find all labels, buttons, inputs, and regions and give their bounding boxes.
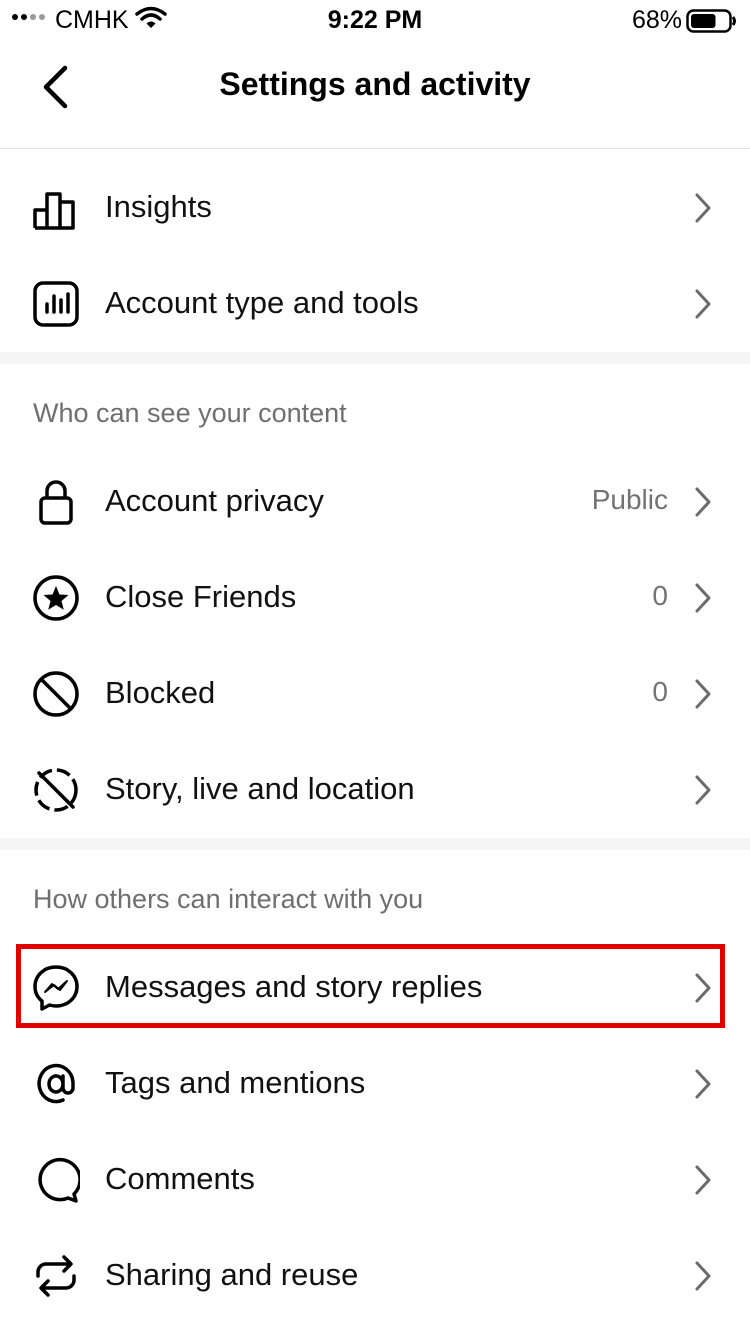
chevron-right-icon xyxy=(695,583,711,613)
repost-icon xyxy=(36,1255,76,1297)
menu-item-account-type[interactable]: Account type and tools xyxy=(0,256,750,352)
status-bar: CMHK 9:22 PM 68% xyxy=(0,0,750,40)
chevron-right-icon xyxy=(695,775,711,805)
menu-item-story-live-location[interactable]: Story, live and location xyxy=(0,742,750,838)
menu-item-label: Blocked xyxy=(105,675,216,710)
navigation-bar: Settings and activity xyxy=(0,40,750,149)
bar-chart-icon xyxy=(33,192,75,230)
menu-item-blocked[interactable]: Blocked 0 xyxy=(0,646,750,742)
menu-item-label: Close Friends xyxy=(105,579,297,614)
menu-item-insights[interactable]: Insights xyxy=(0,160,750,256)
close-friends-count: 0 xyxy=(652,580,668,611)
menu-item-label: Account type and tools xyxy=(105,285,419,320)
menu-item-sharing-reuse[interactable]: Sharing and reuse xyxy=(0,1228,750,1324)
at-sign-icon xyxy=(37,1063,75,1104)
menu-item-comments[interactable]: Comments xyxy=(0,1132,750,1228)
menu-item-label: Messages and story replies xyxy=(105,969,483,1004)
menu-item-label: Account privacy xyxy=(105,483,324,518)
chevron-right-icon xyxy=(695,289,711,319)
chart-square-icon xyxy=(33,281,79,327)
comment-bubble-icon xyxy=(38,1157,80,1203)
menu-item-label: Insights xyxy=(105,189,212,224)
lock-icon xyxy=(39,480,73,525)
story-hidden-icon xyxy=(34,768,78,812)
menu-item-account-privacy[interactable]: Account privacy Public xyxy=(0,454,750,550)
section-header-interaction: How others can interact with you xyxy=(33,884,424,914)
menu-item-label: Story, live and location xyxy=(105,771,415,806)
section-divider xyxy=(0,838,750,850)
messenger-icon xyxy=(33,965,79,1011)
privacy-value: Public xyxy=(591,484,668,515)
chevron-right-icon xyxy=(695,193,711,223)
section-header-visibility: Who can see your content xyxy=(33,398,347,428)
chevron-right-icon xyxy=(695,973,711,1003)
chevron-right-icon xyxy=(695,487,711,517)
menu-item-label: Comments xyxy=(105,1161,255,1196)
menu-item-tags-mentions[interactable]: Tags and mentions xyxy=(0,1036,750,1132)
page-title: Settings and activity xyxy=(219,66,531,102)
menu-item-messages-story-replies[interactable]: Messages and story replies xyxy=(0,940,750,1036)
section-divider xyxy=(0,352,750,364)
blocked-count: 0 xyxy=(652,676,668,707)
battery-icon xyxy=(686,9,736,33)
chevron-right-icon xyxy=(695,1165,711,1195)
blocked-icon xyxy=(33,671,79,717)
menu-item-close-friends[interactable]: Close Friends 0 xyxy=(0,550,750,646)
menu-item-label: Sharing and reuse xyxy=(105,1257,359,1292)
chevron-right-icon xyxy=(695,1261,711,1291)
chevron-right-icon xyxy=(695,679,711,709)
battery-percent: 68% xyxy=(631,6,682,34)
star-circle-icon xyxy=(33,575,79,621)
chevron-right-icon xyxy=(695,1069,711,1099)
menu-item-label: Tags and mentions xyxy=(105,1065,366,1100)
